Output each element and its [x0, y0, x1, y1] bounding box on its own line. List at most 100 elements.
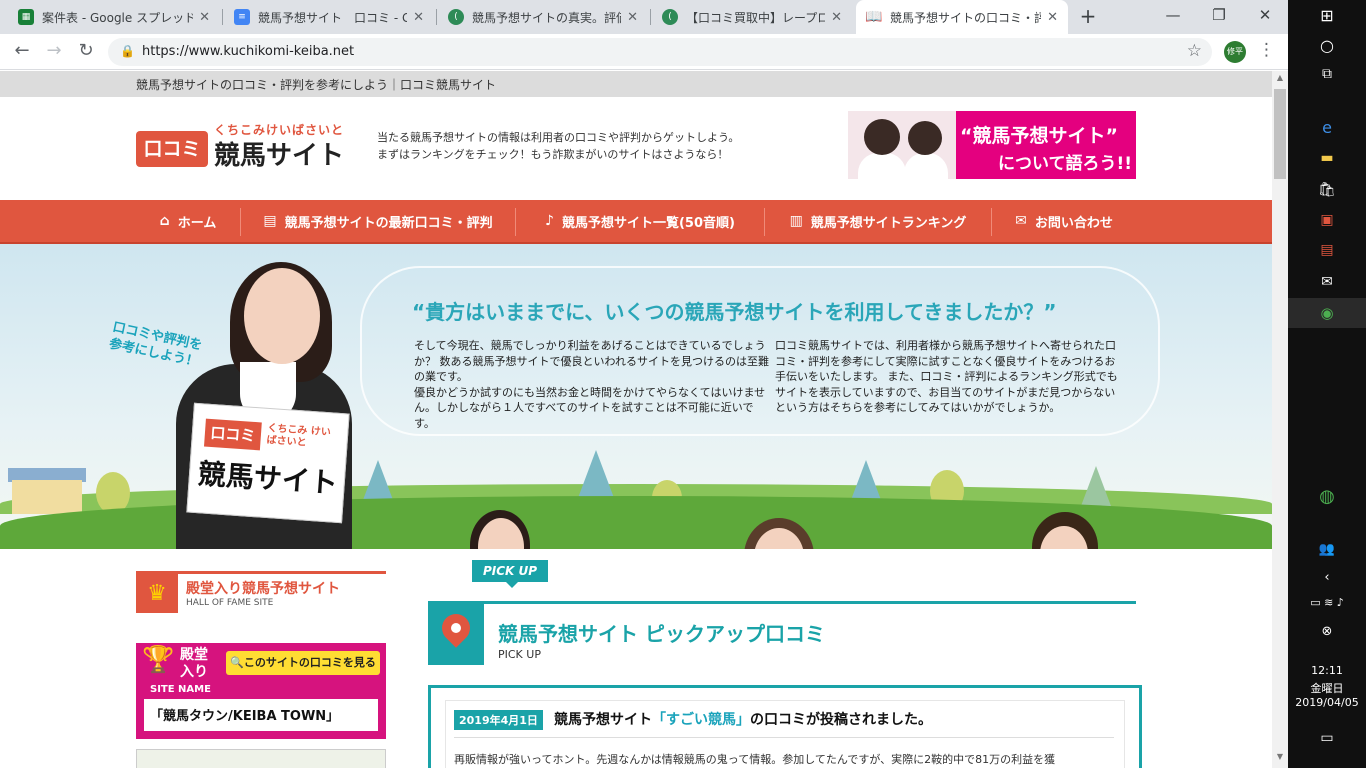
- tab-doc[interactable]: ≡ 競馬予想サイト 口コミ - Goo ✕: [224, 0, 434, 34]
- sheets-icon: ▦: [18, 9, 34, 25]
- nav-label: 競馬予想サイトの最新口コミ・評判: [284, 215, 493, 231]
- mail-icon[interactable]: ✉: [1288, 274, 1366, 290]
- close-icon[interactable]: ✕: [413, 10, 424, 25]
- hall-of-fame-badge: 殿堂 入り: [180, 647, 208, 680]
- tab-repro[interactable]: ( 【口コミ買取中】レープロは利用 ✕: [652, 0, 852, 34]
- health-monitor-icon[interactable]: ◍: [1288, 486, 1366, 507]
- hall-of-fame-title: 殿堂入り競馬予想サイト: [186, 581, 340, 597]
- close-icon[interactable]: ✕: [627, 10, 638, 25]
- pin-icon-box: [428, 604, 484, 665]
- banner-line1: “競馬予想サイト”: [960, 125, 1118, 147]
- hero-speech-text: 口コミや評判を 参考にしよう！: [107, 319, 204, 371]
- tab-title: 競馬予想サイト 口コミ - Goo: [258, 10, 408, 25]
- notification-icon[interactable]: ▭: [1288, 730, 1366, 746]
- view-reviews-button[interactable]: 🔍このサイトの口コミを見る: [226, 651, 380, 675]
- close-icon[interactable]: ✕: [1047, 10, 1058, 25]
- tab-active-kuchikomi[interactable]: 📖 競馬予想サイトの口コミ・評判 ✕: [856, 0, 1068, 34]
- address-bar[interactable]: 🔒 https://www.kuchikomi-keiba.net ☆: [108, 38, 1212, 66]
- tree-illustration: [578, 450, 614, 498]
- nav-home[interactable]: ⌂ ホーム: [136, 200, 240, 242]
- banner-photo: [848, 111, 956, 179]
- hero-section: “貴方はいままでに、いくつの競馬予想サイトを利用してきましたか？” そして今現在…: [0, 244, 1272, 549]
- clock-date[interactable]: 2019/04/05: [1288, 696, 1366, 709]
- hero-paragraph-left: そして今現在、競馬でしっかり利益をあげることはできているでしょうか？ 数ある競馬…: [414, 339, 769, 430]
- minimize-button[interactable]: —: [1158, 4, 1188, 28]
- clock-day[interactable]: 金曜日: [1288, 680, 1366, 696]
- file-explorer-icon[interactable]: ▬: [1288, 150, 1366, 166]
- page-viewport: 競馬予想サイトの口コミ・評判を参考にしよう｜口コミ競馬サイト 口コミ くちこみけ…: [0, 71, 1272, 768]
- tab-title: 【口コミ買取中】レープロは利用: [686, 10, 826, 25]
- article-body: 再販情報が強いってホント。先週なんかは情報競馬の鬼って情報。参加してたんですが、…: [454, 753, 1056, 766]
- sign-kana: くちこみ けいばさいと: [266, 422, 332, 449]
- nav-label: 競馬予想サイトランキング: [810, 215, 967, 231]
- scroll-down-icon[interactable]: ▼: [1272, 752, 1288, 766]
- close-icon[interactable]: ✕: [831, 10, 842, 25]
- office-icon[interactable]: ▤: [1288, 242, 1366, 258]
- crown-icon: ♛: [136, 574, 178, 613]
- bookmark-star-icon[interactable]: ☆: [1187, 41, 1202, 61]
- site-name-value[interactable]: 「競馬タウン/KEIBA TOWN」: [150, 705, 339, 724]
- vertical-scrollbar[interactable]: ▲ ▼: [1272, 71, 1288, 768]
- tagline-line: 当たる競馬予想サイトの情報は利用者の口コミや評判からゲットしよう。: [377, 131, 740, 144]
- people-icon[interactable]: 👥: [1288, 542, 1366, 557]
- tray-icons[interactable]: ▭ ≋ ♪: [1288, 596, 1366, 609]
- tab-strip: ▦ 案件表 - Google スプレッドシー ✕ ≡ 競馬予想サイト 口コミ -…: [0, 0, 1288, 34]
- new-tab-button[interactable]: +: [1076, 5, 1100, 29]
- mail-icon: ✉: [1015, 213, 1027, 229]
- clock-time[interactable]: 12:11: [1288, 664, 1366, 677]
- mail-app-icon[interactable]: ▣: [1288, 212, 1366, 228]
- scrollbar-thumb[interactable]: [1274, 89, 1286, 179]
- close-icon[interactable]: ⊗: [1288, 624, 1366, 639]
- nav-ranking[interactable]: ▥ 競馬予想サイトランキング: [765, 200, 991, 242]
- pickup-header: 競馬予想サイト ピックアップ口コミ PICK UP: [428, 601, 1136, 665]
- browser-toolbar: ← → ↻ 🔒 https://www.kuchikomi-keiba.net …: [0, 34, 1288, 70]
- article-headline[interactable]: 競馬予想サイト「すごい競馬」の口コミが投稿されました。: [554, 709, 932, 729]
- hall-of-fame-subtitle: HALL OF FAME SITE: [186, 598, 274, 608]
- docs-icon: ≡: [234, 9, 250, 25]
- pickup-title: 競馬予想サイト ピックアップ口コミ: [498, 622, 825, 646]
- headline-post: の口コミが投稿されました。: [750, 712, 932, 728]
- windows-taskbar: ⊞ ○ ⧉ e ▬ 🛍 ▣ ▤ ✉ ◉ ◍ 👥 ‹ ▭ ≋ ♪ ⊗ 12:11 …: [1288, 0, 1366, 768]
- nav-label: 競馬予想サイト一覧(50音順): [561, 215, 735, 231]
- site-tagline: 当たる競馬予想サイトの情報は利用者の口コミや評判からゲットしよう。 まずはランキ…: [377, 129, 739, 163]
- pickup-badge-pointer: [506, 582, 518, 588]
- book-icon: 📖: [865, 9, 883, 25]
- pickup-article: 2019年4月1日 競馬予想サイト「すごい競馬」の口コミが投稿されました。 再販…: [428, 685, 1142, 768]
- talk-banner[interactable]: “競馬予想サイト” について語ろう!!: [848, 111, 1136, 179]
- forward-button[interactable]: →: [42, 40, 66, 64]
- pin-dot: [451, 623, 461, 633]
- reload-button[interactable]: ↻: [74, 40, 98, 64]
- chrome-icon[interactable]: ◉: [1288, 298, 1366, 328]
- edge-icon[interactable]: e: [1288, 118, 1366, 137]
- close-icon[interactable]: ✕: [199, 10, 210, 25]
- url-text[interactable]: https://www.kuchikomi-keiba.net: [142, 44, 354, 59]
- headline-site-link[interactable]: 「すごい競馬」: [652, 712, 750, 728]
- window-close-button[interactable]: ✕: [1250, 4, 1280, 28]
- breadcrumb: 競馬予想サイトの口コミ・評判を参考にしよう｜口コミ競馬サイト: [136, 78, 497, 92]
- hall-of-fame-card: 🏆 殿堂 入り 🔍このサイトの口コミを見る SITE NAME 「競馬タウン/K…: [136, 643, 386, 739]
- store-icon[interactable]: 🛍: [1288, 182, 1366, 198]
- nav-site-list[interactable]: ♪ 競馬予想サイト一覧(50音順): [516, 200, 764, 242]
- restore-button[interactable]: ❐: [1204, 4, 1234, 28]
- cortana-icon[interactable]: ○: [1288, 36, 1366, 55]
- article-date: 2019年4月1日: [454, 710, 543, 730]
- scroll-up-icon[interactable]: ▲: [1272, 73, 1288, 87]
- profile-avatar[interactable]: 修平: [1224, 41, 1246, 63]
- banner-line2: について語ろう!!: [998, 154, 1132, 174]
- nav-contact[interactable]: ✉ お問い合わせ: [992, 200, 1136, 242]
- comment-icon: ▤: [263, 213, 277, 229]
- windows-start-icon[interactable]: ⊞: [1288, 6, 1366, 25]
- task-view-icon[interactable]: ⧉: [1288, 66, 1366, 82]
- tab-title: 競馬予想サイトの口コミ・評判: [890, 10, 1042, 25]
- lock-icon: 🔒: [120, 44, 135, 58]
- tab-site-truth[interactable]: ( 競馬予想サイトの真実。評価で ✕: [438, 0, 648, 34]
- chevron-left-icon[interactable]: ‹: [1288, 570, 1366, 585]
- back-button[interactable]: ←: [10, 40, 34, 64]
- hero-paragraph-right: 口コミ競馬サイトでは、利用者様から競馬予想サイトへ寄せられた口コミ・評判を参考に…: [775, 339, 1118, 414]
- site-logo[interactable]: 口コミ くちこみけいばさいと 競馬サイト: [136, 121, 348, 171]
- nav-label: お問い合わせ: [1034, 215, 1113, 231]
- menu-kebab-icon[interactable]: ⋮: [1258, 40, 1275, 60]
- nav-latest-reviews[interactable]: ▤ 競馬予想サイトの最新口コミ・評判: [241, 200, 515, 242]
- site-thumbnail[interactable]: [136, 749, 386, 768]
- tab-spreadsheet[interactable]: ▦ 案件表 - Google スプレッドシー ✕: [8, 0, 220, 34]
